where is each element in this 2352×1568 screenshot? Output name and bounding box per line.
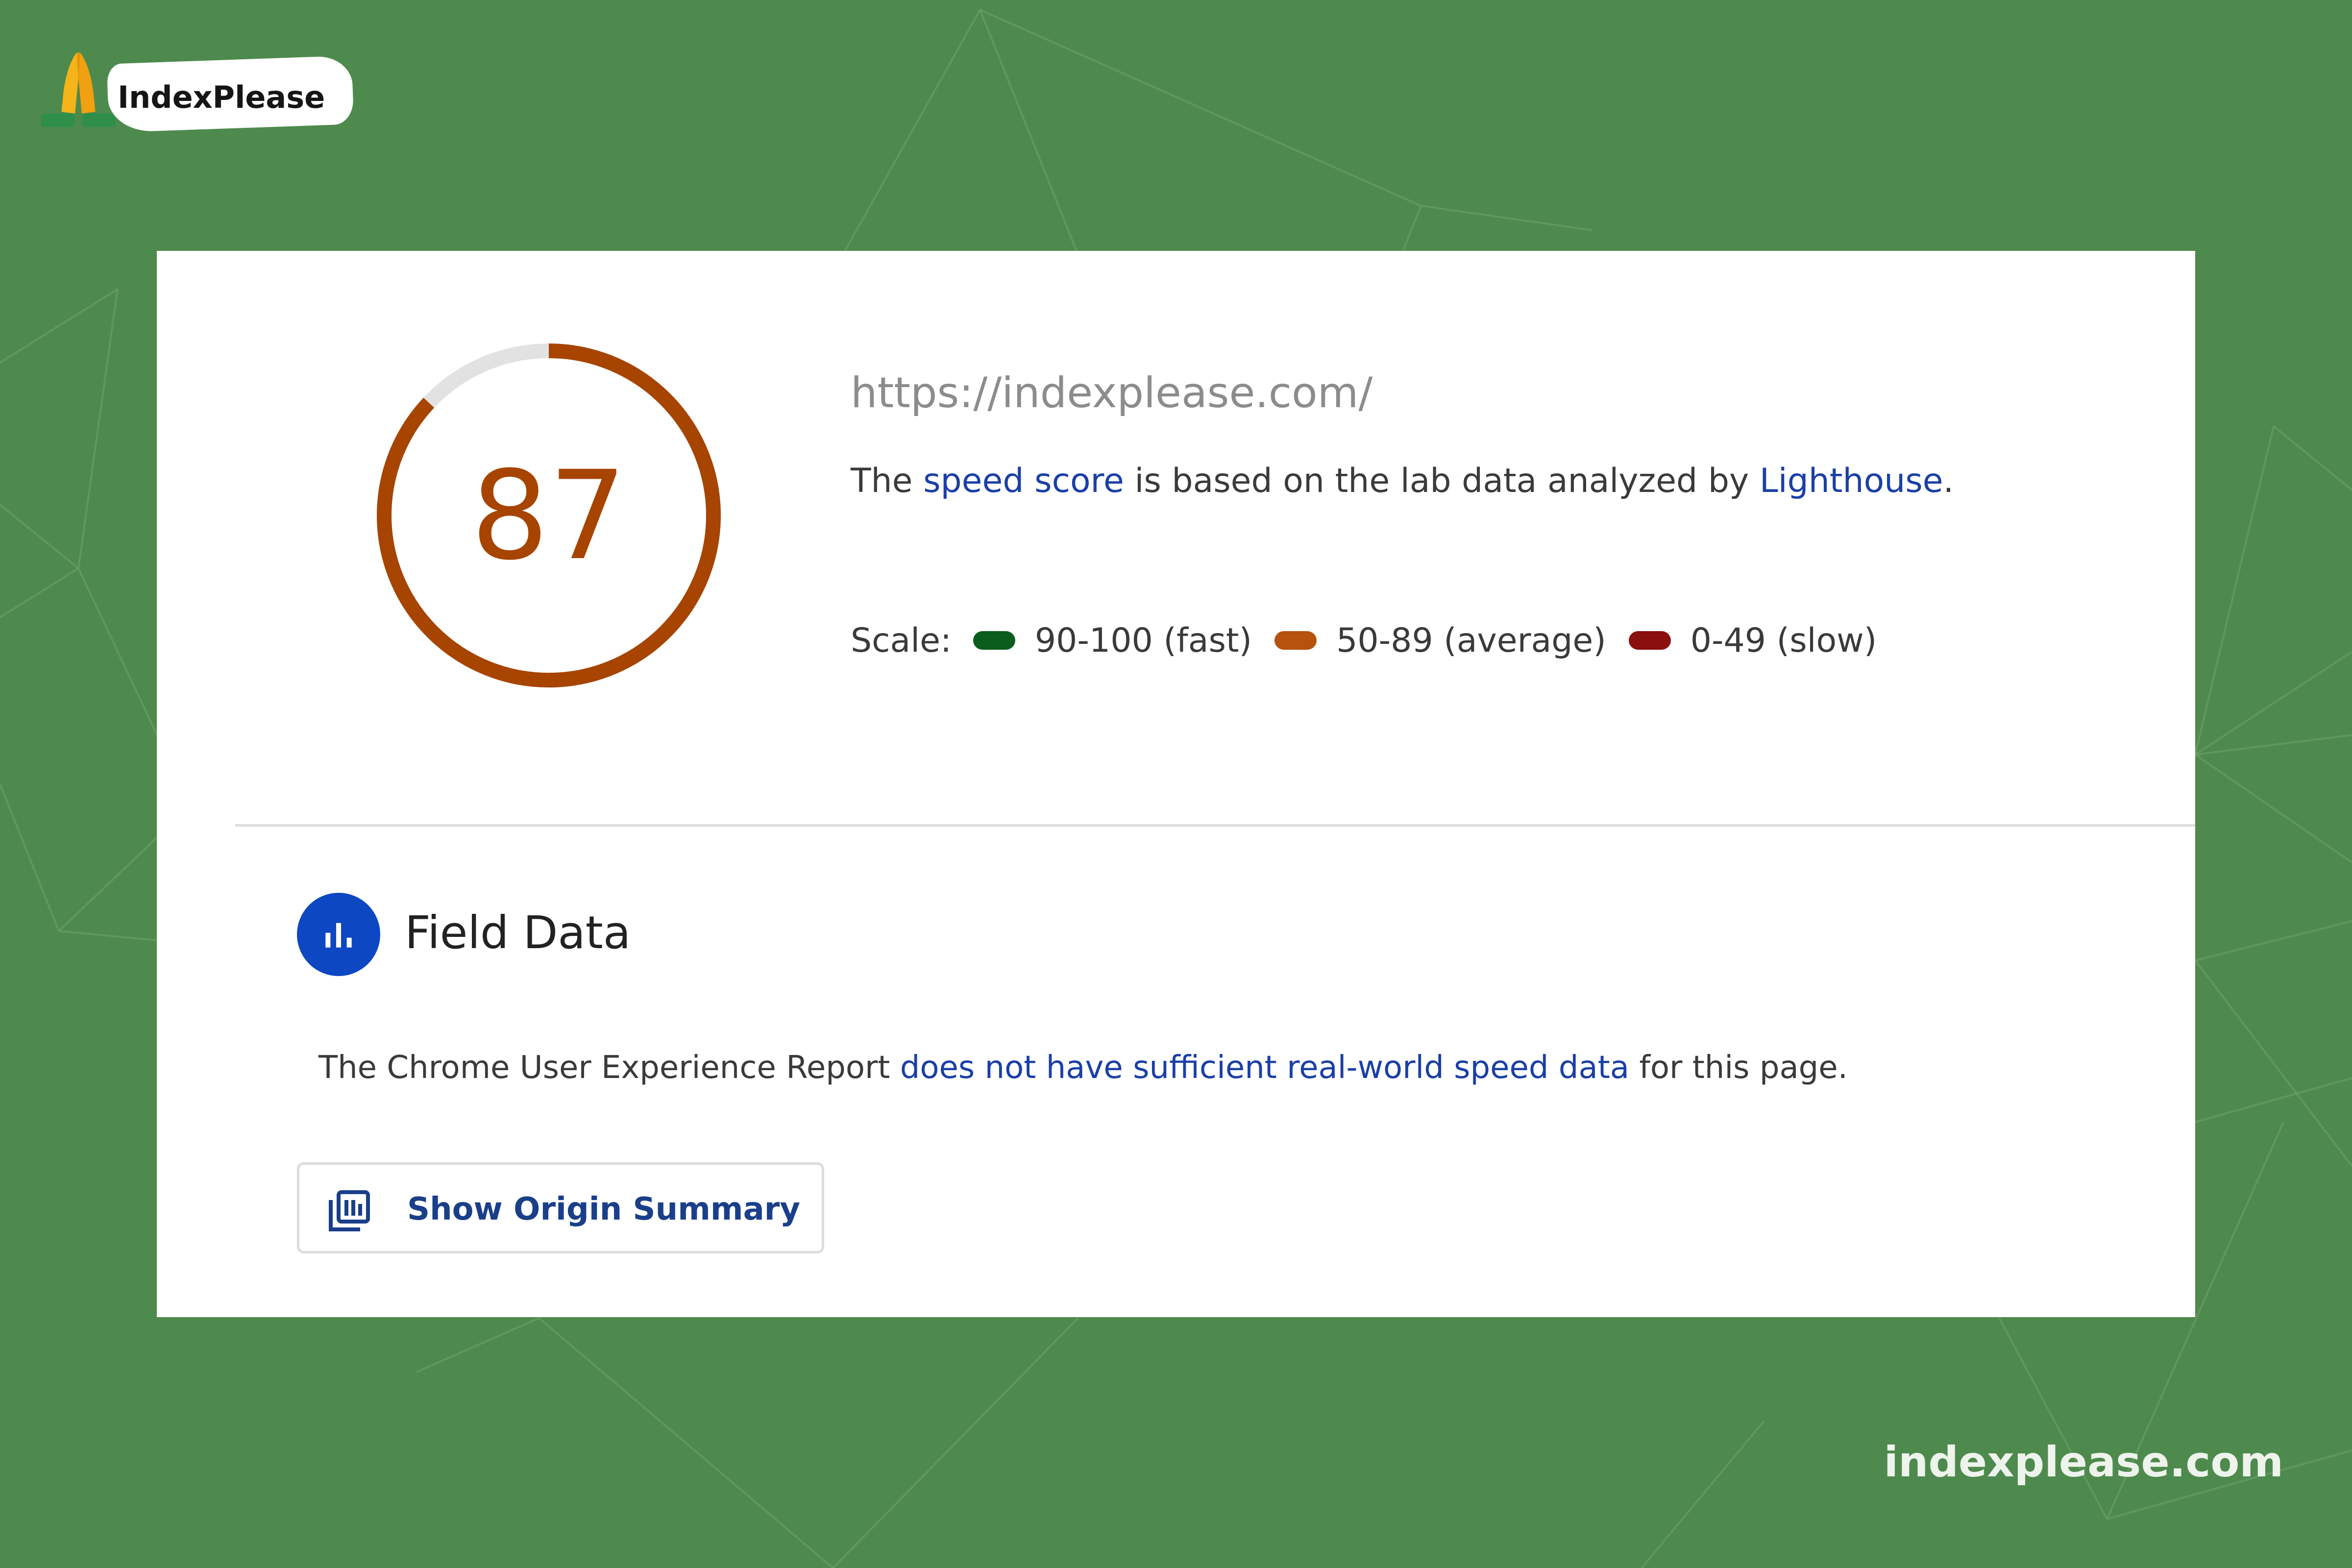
field-data-title: Field Data	[405, 906, 631, 959]
description-suffix: .	[1943, 462, 1954, 500]
section-divider	[235, 824, 2195, 827]
message-suffix: for this page.	[1629, 1050, 1848, 1086]
lighthouse-link[interactable]: Lighthouse	[1760, 462, 1943, 500]
scale-label-slow: 0-49 (slow)	[1690, 621, 1877, 660]
speed-score-link[interactable]: speed score	[923, 462, 1124, 500]
show-origin-summary-label: Show Origin Summary	[407, 1191, 801, 1227]
scale-swatch-fast	[973, 631, 1015, 650]
scale-label-fast: 90-100 (fast)	[1034, 621, 1252, 660]
description-prefix: The	[851, 462, 924, 500]
score-scale-legend: Scale: 90-100 (fast) 50-89 (average) 0-4…	[851, 616, 1877, 665]
brand-logo: IndexPlease	[29, 44, 354, 147]
performance-score: 87	[470, 444, 627, 587]
show-origin-summary-button[interactable]: Show Origin Summary	[297, 1162, 824, 1253]
bar-chart-icon	[325, 923, 352, 948]
pagespeed-report-card: 87 https://indexplease.com/ The speed sc…	[157, 251, 2195, 1317]
scale-label-average: 50-89 (average)	[1336, 621, 1606, 660]
score-description: The speed score is based on the lab data…	[851, 462, 1954, 500]
analyzed-url: https://indexplease.com/	[851, 368, 1373, 417]
field-data-message: The Chrome User Experience Report does n…	[318, 1050, 1848, 1086]
origin-summary-icon	[329, 1190, 370, 1231]
insufficient-data-link[interactable]: does not have sufficient real-world spee…	[900, 1050, 1629, 1086]
footer-site-url: indexplease.com	[1884, 1438, 2283, 1487]
scale-swatch-slow	[1628, 631, 1671, 650]
scale-label: Scale:	[851, 621, 952, 660]
brand-name: IndexPlease	[118, 79, 325, 115]
message-prefix: The Chrome User Experience Report	[318, 1050, 900, 1086]
description-middle: is based on the lab data analyzed by	[1124, 462, 1760, 500]
scale-swatch-average	[1274, 631, 1317, 650]
field-data-icon	[297, 893, 380, 976]
